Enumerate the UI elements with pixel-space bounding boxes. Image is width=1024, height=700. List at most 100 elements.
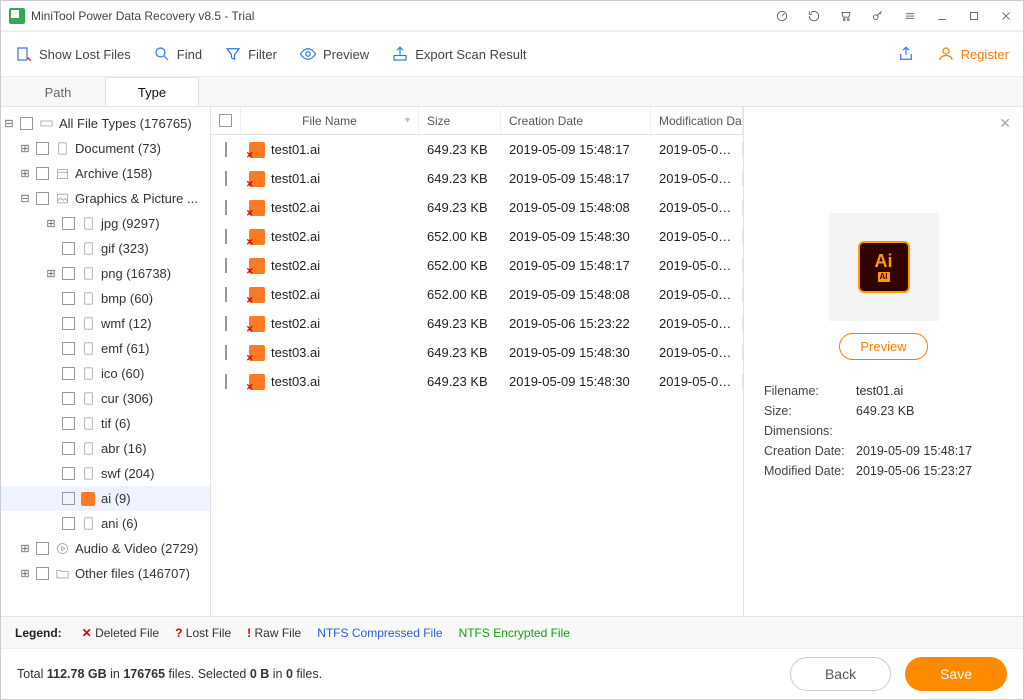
row-checkbox[interactable] <box>225 258 227 273</box>
expand-icon[interactable]: ⊞ <box>19 167 31 180</box>
column-creation-date[interactable]: Creation Date <box>501 107 651 134</box>
checkbox[interactable] <box>36 567 49 580</box>
tree-label: Graphics & Picture ... <box>75 191 198 206</box>
tree-ani[interactable]: ani (6) <box>1 511 210 536</box>
minimize-icon[interactable] <box>933 9 951 23</box>
save-button[interactable]: Save <box>905 657 1007 691</box>
collapse-icon[interactable]: ⊟ <box>3 117 15 130</box>
checkbox[interactable] <box>20 117 33 130</box>
refresh-icon[interactable] <box>805 9 823 23</box>
checkbox[interactable] <box>62 292 75 305</box>
checkbox[interactable] <box>36 142 49 155</box>
expand-icon[interactable]: ⊞ <box>19 567 31 580</box>
collapse-icon[interactable]: ⊟ <box>19 192 31 205</box>
tree-png[interactable]: ⊞png (16738) <box>1 261 210 286</box>
row-checkbox[interactable] <box>225 287 227 302</box>
tree-root[interactable]: ⊟ All File Types (176765) <box>1 111 210 136</box>
tree-ico[interactable]: ico (60) <box>1 361 210 386</box>
column-modification-date[interactable]: Modification Dat <box>651 107 743 134</box>
expand-icon[interactable]: ⊞ <box>19 142 31 155</box>
tree-archive[interactable]: ⊞Archive (158) <box>1 161 210 186</box>
checkbox[interactable] <box>62 317 75 330</box>
tree-graphics[interactable]: ⊟ Graphics & Picture ... <box>1 186 210 211</box>
checkbox[interactable] <box>62 392 75 405</box>
file-creation-date: 2019-05-06 15:23:22 <box>501 316 651 331</box>
tree-cur[interactable]: cur (306) <box>1 386 210 411</box>
file-row[interactable]: test02.ai652.00 KB2019-05-09 15:48:30201… <box>211 222 743 251</box>
tree-wmf[interactable]: wmf (12) <box>1 311 210 336</box>
checkbox[interactable] <box>62 417 75 430</box>
row-checkbox[interactable] <box>225 229 227 244</box>
tree-swf[interactable]: swf (204) <box>1 461 210 486</box>
checkbox[interactable] <box>62 242 75 255</box>
column-size[interactable]: Size <box>419 107 501 134</box>
cart-icon[interactable] <box>837 9 855 23</box>
filter-button[interactable]: Filter <box>224 45 277 63</box>
tree-ai[interactable]: ai (9) <box>1 486 210 511</box>
header-checkbox[interactable] <box>211 107 241 134</box>
checkbox[interactable] <box>36 192 49 205</box>
file-icon <box>80 241 96 257</box>
file-name: test02.ai <box>271 229 320 244</box>
picture-icon <box>54 191 70 207</box>
tree-tif[interactable]: tif (6) <box>1 411 210 436</box>
key-icon[interactable] <box>869 9 887 23</box>
tree-gif[interactable]: gif (323) <box>1 236 210 261</box>
tree-other[interactable]: ⊞Other files (146707) <box>1 561 210 586</box>
file-list-body[interactable]: test01.ai649.23 KB2019-05-09 15:48:17201… <box>211 135 743 616</box>
column-filename[interactable]: File Name▾ <box>241 107 419 134</box>
checkbox[interactable] <box>62 492 75 505</box>
file-row[interactable]: test03.ai649.23 KB2019-05-09 15:48:30201… <box>211 367 743 396</box>
expand-icon[interactable]: ⊞ <box>45 217 57 230</box>
row-checkbox[interactable] <box>225 345 227 360</box>
file-row[interactable]: test02.ai649.23 KB2019-05-06 15:23:22201… <box>211 309 743 338</box>
checkbox[interactable] <box>62 367 75 380</box>
tree-audio[interactable]: ⊞Audio & Video (2729) <box>1 536 210 561</box>
tree-jpg[interactable]: ⊞jpg (9297) <box>1 211 210 236</box>
checkbox[interactable] <box>36 167 49 180</box>
meta-mdate-value: 2019-05-06 15:23:27 <box>856 464 972 478</box>
status-text: in <box>107 667 124 681</box>
file-row[interactable]: test03.ai649.23 KB2019-05-09 15:48:30201… <box>211 338 743 367</box>
checkbox[interactable] <box>62 517 75 530</box>
checkbox[interactable] <box>62 267 75 280</box>
file-row[interactable]: test01.ai649.23 KB2019-05-09 15:48:17201… <box>211 164 743 193</box>
tree-bmp[interactable]: bmp (60) <box>1 286 210 311</box>
type-tree[interactable]: ⊟ All File Types (176765) ⊞Document (73)… <box>1 107 211 616</box>
find-button[interactable]: Find <box>153 45 202 63</box>
menu-icon[interactable] <box>901 9 919 23</box>
file-row[interactable]: test02.ai652.00 KB2019-05-09 15:48:08201… <box>211 280 743 309</box>
gauge-icon[interactable] <box>773 9 791 23</box>
row-checkbox[interactable] <box>225 142 227 157</box>
register-button[interactable]: Register <box>937 45 1009 63</box>
row-checkbox[interactable] <box>225 374 227 389</box>
export-scan-button[interactable]: Export Scan Result <box>391 45 526 63</box>
file-row[interactable]: test02.ai652.00 KB2019-05-09 15:48:17201… <box>211 251 743 280</box>
checkbox[interactable] <box>62 217 75 230</box>
tree-document[interactable]: ⊞Document (73) <box>1 136 210 161</box>
preview-file-button[interactable]: Preview <box>839 333 927 360</box>
close-icon[interactable] <box>997 9 1015 23</box>
file-row[interactable]: test01.ai649.23 KB2019-05-09 15:48:17201… <box>211 135 743 164</box>
checkbox[interactable] <box>62 342 75 355</box>
back-button[interactable]: Back <box>790 657 891 691</box>
row-checkbox[interactable] <box>225 200 227 215</box>
maximize-icon[interactable] <box>965 9 983 23</box>
checkbox[interactable] <box>36 542 49 555</box>
show-lost-files-button[interactable]: Show Lost Files <box>15 45 131 63</box>
tree-abr[interactable]: abr (16) <box>1 436 210 461</box>
file-row[interactable]: test02.ai649.23 KB2019-05-09 15:48:08201… <box>211 193 743 222</box>
expand-icon[interactable]: ⊞ <box>45 267 57 280</box>
row-checkbox[interactable] <box>225 316 227 331</box>
close-preview-icon[interactable]: ✕ <box>999 115 1011 132</box>
expand-icon[interactable]: ⊞ <box>19 542 31 555</box>
preview-button[interactable]: Preview <box>299 45 369 63</box>
row-checkbox[interactable] <box>225 171 227 186</box>
checkbox[interactable] <box>62 467 75 480</box>
checkbox[interactable] <box>62 442 75 455</box>
titlebar: MiniTool Power Data Recovery v8.5 - Tria… <box>1 1 1023 31</box>
share-icon[interactable] <box>897 45 915 63</box>
tab-type[interactable]: Type <box>105 77 199 106</box>
tree-emf[interactable]: emf (61) <box>1 336 210 361</box>
tab-path[interactable]: Path <box>11 77 105 106</box>
